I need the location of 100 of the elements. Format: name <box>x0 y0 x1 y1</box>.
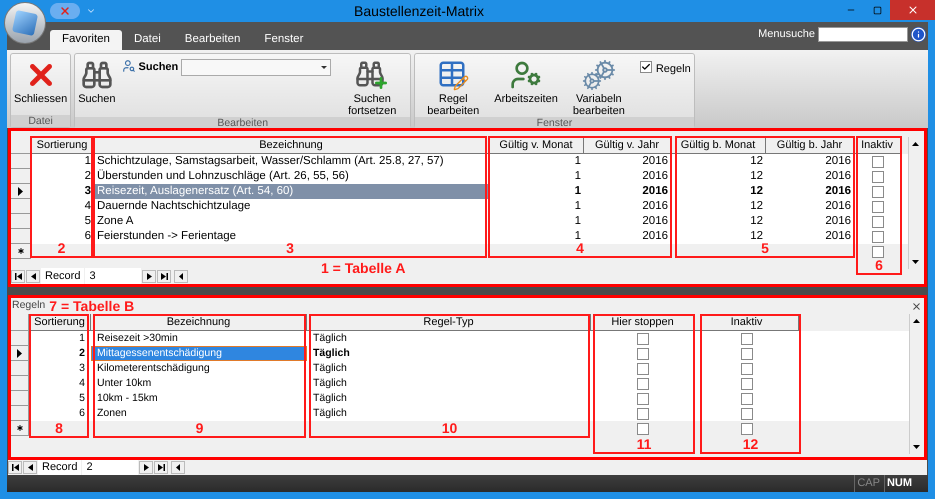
search-combo[interactable] <box>181 59 332 76</box>
new-record-icon <box>14 423 24 433</box>
table-cell-text: 2016 <box>642 198 668 214</box>
row-selector[interactable] <box>11 376 29 391</box>
menu-search-field[interactable] <box>818 26 908 42</box>
annotation-number: 5 <box>761 241 769 255</box>
annotation-number: 6 <box>875 258 883 272</box>
checkbox[interactable] <box>872 216 884 228</box>
checkbox[interactable] <box>872 186 884 198</box>
table-cell-text: Täglich <box>313 406 347 421</box>
checkbox[interactable] <box>637 378 649 390</box>
checkbox[interactable] <box>637 422 649 434</box>
close-button[interactable] <box>890 0 935 20</box>
ribbon-button[interactable]: Schliessen <box>14 57 68 115</box>
first-record-icon[interactable] <box>8 461 22 474</box>
table-cell-text: Täglich <box>313 376 347 391</box>
ribbon-tab[interactable]: Favoriten <box>50 30 122 50</box>
checkbox[interactable] <box>637 392 649 404</box>
next-record-icon[interactable] <box>142 270 156 282</box>
previous-record-icon[interactable] <box>26 270 40 282</box>
ribbon-button[interactable]: Suchen <box>78 57 116 117</box>
ribbon-button[interactable]: Variabeln bearbeiten <box>564 57 634 117</box>
table-cell-text: 2016 <box>825 214 851 229</box>
ribbon-button[interactable]: Regel bearbeiten <box>418 57 488 117</box>
search-label: Suchen <box>138 60 178 75</box>
subform-caption: Regeln <box>12 298 46 314</box>
table-cell-text: 10km - 15km <box>97 390 158 406</box>
header-corner[interactable] <box>11 314 29 331</box>
column-header[interactable]: Gültig b. Monat <box>671 137 766 154</box>
row-selector[interactable] <box>11 214 31 229</box>
info-icon[interactable] <box>911 26 926 42</box>
scroll-left-icon[interactable] <box>171 461 186 474</box>
checkbox[interactable] <box>741 392 753 404</box>
checkbox[interactable] <box>872 170 884 182</box>
current-row-indicator[interactable] <box>11 184 31 199</box>
checkbox[interactable] <box>741 408 753 420</box>
table-cell-text: 12 <box>750 214 763 229</box>
checkbox[interactable] <box>741 362 753 374</box>
checkbox[interactable] <box>741 332 753 344</box>
table-cell-text: 1 <box>574 198 581 214</box>
table-cell-text: 2016 <box>825 228 851 244</box>
column-header[interactable]: Bezeichnung <box>94 137 489 154</box>
table-cell-text: 6 <box>79 406 85 421</box>
checkbox[interactable] <box>872 156 884 168</box>
annotation-number: 11 <box>636 437 652 451</box>
record-field[interactable]: 3 <box>85 268 142 284</box>
table-cell-text: 5 <box>84 214 91 229</box>
last-record-icon[interactable] <box>154 461 168 474</box>
table-cell-text: Dauernde Nachtschichtzulage <box>97 198 250 214</box>
checkbox[interactable] <box>637 332 649 344</box>
row-selector[interactable] <box>11 391 29 406</box>
table-cell-text: 2016 <box>642 154 668 169</box>
ribbon-tab[interactable]: Fenster <box>252 30 316 50</box>
checkbox[interactable] <box>637 362 649 374</box>
previous-record-icon[interactable] <box>23 461 37 474</box>
binoculars-icon <box>80 59 113 91</box>
close-icon[interactable] <box>911 300 922 312</box>
last-record-icon[interactable] <box>157 270 172 282</box>
table-cell-text: 2016 <box>825 198 851 214</box>
ribbon-button[interactable]: Suchen fortsetzen <box>337 57 408 117</box>
column-header[interactable]: Gültig b. Jahr <box>766 137 854 154</box>
checkbox[interactable] <box>637 408 649 420</box>
checkbox[interactable] <box>872 246 884 258</box>
ribbon-tab[interactable]: Datei <box>122 30 173 50</box>
checkbox[interactable] <box>872 230 884 242</box>
scroll-left-icon[interactable] <box>174 270 188 282</box>
current-row-indicator[interactable] <box>11 346 29 361</box>
checkbox[interactable] <box>637 348 649 360</box>
checkbox[interactable] <box>741 378 753 390</box>
table-cell-text: Täglich <box>313 390 347 406</box>
window-title: Baustellenzeit-Matrix <box>354 2 484 20</box>
table-cell-text: 2 <box>79 346 85 361</box>
table-cell-text: 2016 <box>642 214 668 229</box>
table-pencil-icon <box>437 59 470 91</box>
group-label: Datei <box>11 115 70 127</box>
checkbox[interactable] <box>872 200 884 212</box>
next-record-icon[interactable] <box>139 461 154 474</box>
table-cell-text: 3 <box>84 184 91 199</box>
checkbox[interactable] <box>640 61 652 73</box>
first-record-icon[interactable] <box>11 270 25 282</box>
app-orb-icon[interactable] <box>4 2 46 44</box>
quick-close-button[interactable] <box>50 3 80 19</box>
annotation-title: 1 = Tabelle A <box>321 261 406 275</box>
table-cell-text: 1 <box>574 168 581 184</box>
menu-search-label: Menusuche <box>758 27 815 42</box>
table-cell-text: Kilometerentschädigung <box>97 360 210 376</box>
selected-cell[interactable]: Mittagessenentschädigung <box>91 346 307 361</box>
new-row-selector[interactable] <box>11 421 29 436</box>
checkbox[interactable] <box>741 422 753 434</box>
close-icon <box>59 5 71 17</box>
row-selector[interactable] <box>11 154 31 169</box>
table-cell-text: 2016 <box>825 168 851 184</box>
vertical-scrollbar[interactable] <box>909 314 923 454</box>
column-header[interactable]: Gültig v. Jahr <box>584 137 671 154</box>
ribbon-tab[interactable]: Bearbeiten <box>172 30 252 50</box>
table-cell-text: 2016 <box>642 184 668 199</box>
table-cell-text: 2016 <box>825 184 851 199</box>
checkbox[interactable] <box>741 348 753 360</box>
column-header[interactable]: Gültig v. Monat <box>489 137 584 154</box>
ribbon-button[interactable]: Arbeitszeiten <box>494 57 558 117</box>
